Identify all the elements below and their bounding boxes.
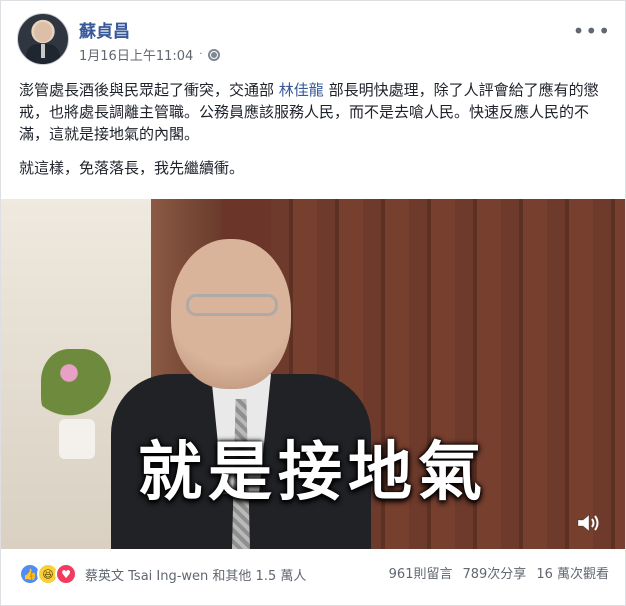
avatar-face	[34, 22, 52, 42]
post-paragraph-1: 澎管處長酒後與民眾起了衝突，交通部 林佳龍 部長明快處理，除了人評會給了應有的懲…	[19, 79, 609, 145]
post-stats: 961則留言 789次分享 16 萬次觀看	[389, 563, 609, 582]
avatar[interactable]	[17, 13, 69, 65]
meta-separator: ·	[199, 49, 203, 60]
globe-icon[interactable]	[208, 48, 221, 61]
facebook-post: 蘇貞昌 1月16日上午11:04 · ••• 澎管處長酒後與民眾起了衝突，交通部…	[0, 0, 626, 606]
post-text: 澎管處長酒後與民眾起了衝突，交通部 林佳龍 部長明快處理，除了人評會給了應有的懲…	[19, 79, 609, 191]
mention-link[interactable]: 林佳龍	[279, 81, 324, 99]
video-caption: 就是接地氣	[138, 436, 488, 510]
comments-count[interactable]: 961則留言	[389, 563, 453, 582]
views-count[interactable]: 16 萬次觀看	[536, 563, 609, 582]
reactions-summary[interactable]: 👍 😆 ♥ 蔡英文 Tsai Ing-wen 和其他 1.5 萬人	[19, 563, 306, 585]
video-plant	[41, 349, 111, 429]
reaction-icons: 👍 😆 ♥	[19, 563, 77, 585]
shares-count[interactable]: 789次分享	[462, 563, 526, 582]
avatar-tie	[41, 44, 45, 58]
more-options-button[interactable]: •••	[573, 19, 611, 43]
video-person-glasses	[186, 294, 278, 316]
video-player[interactable]: 就是接地氣	[1, 199, 625, 549]
post-paragraph-2: 就這樣，免落落長，我先繼續衝。	[19, 159, 245, 177]
post-timestamp[interactable]: 1月16日上午11:04	[79, 45, 193, 64]
volume-icon[interactable]	[575, 511, 603, 535]
paragraph-text: 澎管處長酒後與民眾起了衝突，交通部	[19, 81, 279, 99]
post-meta: 1月16日上午11:04 ·	[79, 45, 221, 64]
love-icon: ♥	[55, 563, 77, 585]
reactions-text[interactable]: 蔡英文 Tsai Ing-wen 和其他 1.5 萬人	[85, 565, 306, 584]
author-name[interactable]: 蘇貞昌	[79, 17, 130, 42]
